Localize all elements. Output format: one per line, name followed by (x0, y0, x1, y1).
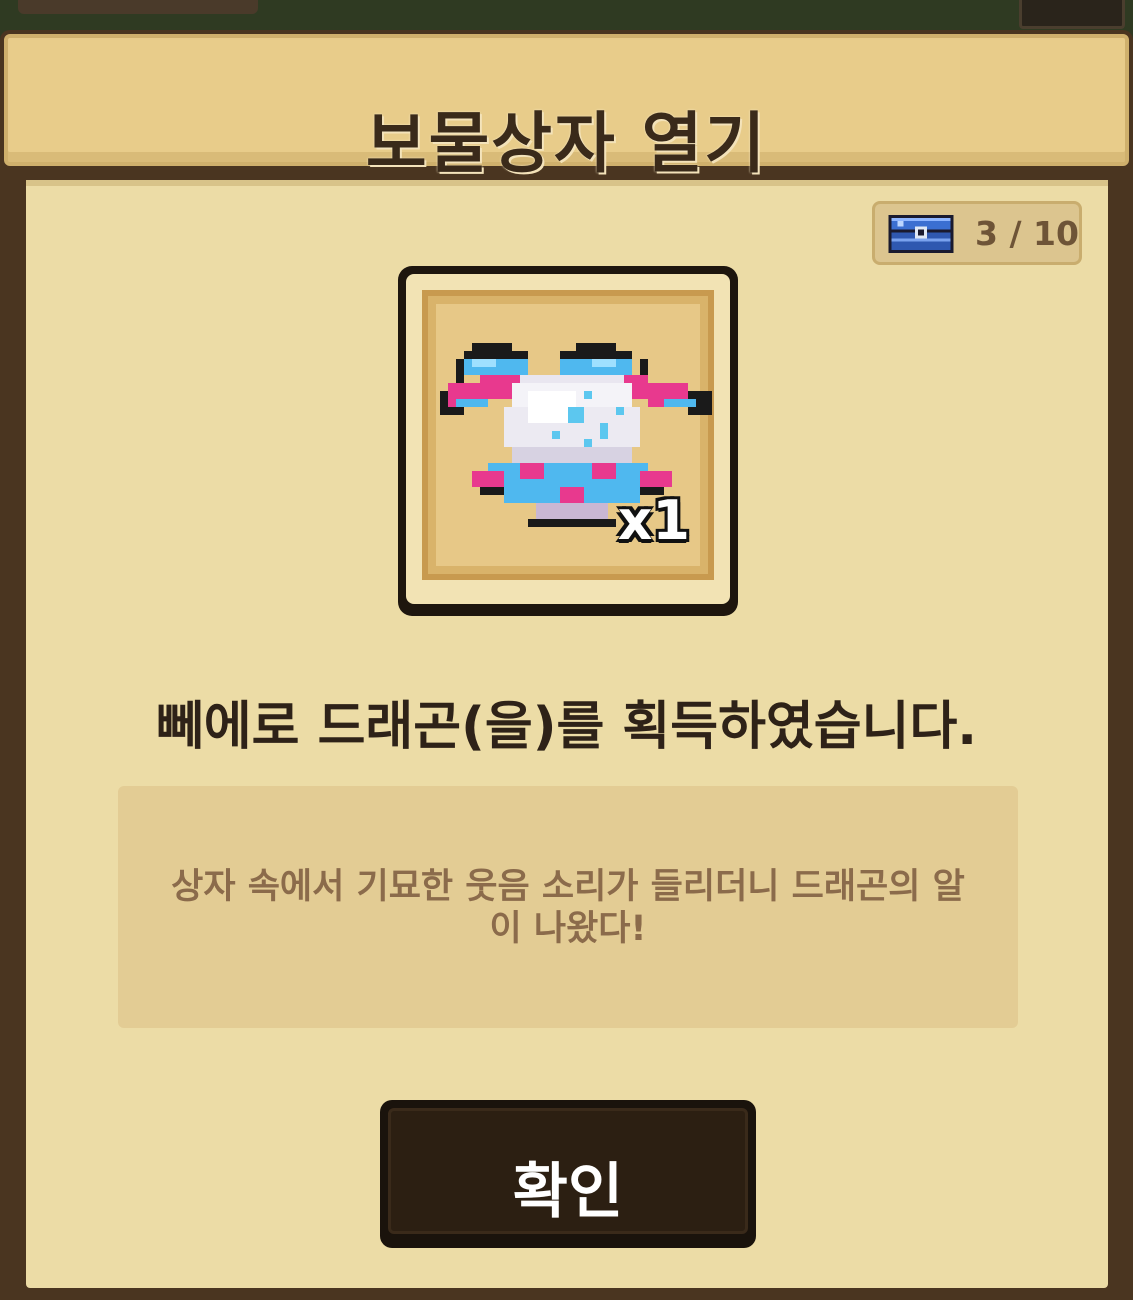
acquired-message: 뻬에로 드래곤(을)를 획득하였습니다. (155, 697, 978, 757)
confirm-button-face: 확인 (388, 1108, 748, 1234)
dialog-title: 보물상자 열기 (365, 105, 768, 182)
dialog-header: 보물상자 열기 (4, 34, 1129, 182)
treasure-chest-icon (888, 214, 954, 254)
backdrop-bar (18, 0, 258, 14)
item-description: 상자 속에서 기묘한 웃음 소리가 들리더니 드래곤의 알이 나왔다! (171, 867, 965, 949)
chest-counter-text: 3 / 10 (975, 214, 1079, 253)
chest-counter-badge: 3 / 10 (872, 201, 1082, 265)
confirm-button-label: 확인 (512, 1157, 624, 1227)
dialog-bottom-edge (0, 1288, 1133, 1300)
item-quantity: x1 (617, 489, 690, 552)
reward-item-card: x1 (398, 266, 738, 616)
confirm-button[interactable]: 확인 (380, 1100, 756, 1248)
description-box: 상자 속에서 기묘한 웃음 소리가 들리더니 드래곤의 알이 나왔다! (118, 786, 1018, 1028)
backdrop-button (1019, 0, 1125, 29)
item-card-inner: x1 (406, 274, 730, 604)
